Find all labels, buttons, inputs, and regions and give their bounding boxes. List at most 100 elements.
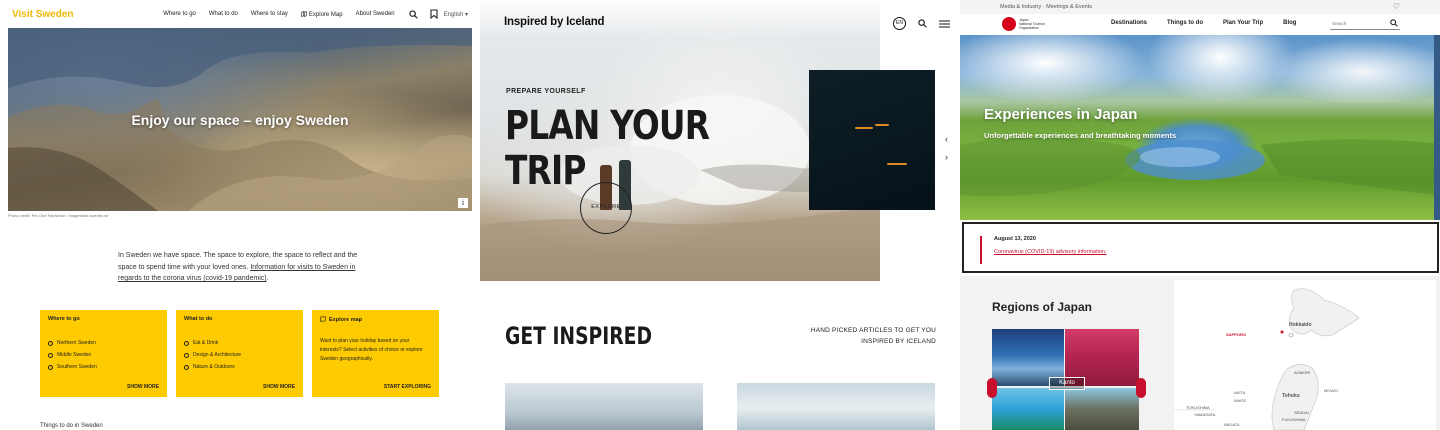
carousel-next-button[interactable] [1136,378,1146,398]
info-icon[interactable]: i [458,198,468,208]
list-item-label: Nature & Outdoors [193,364,235,370]
covid-alert-box: August 13, 2020 Coronavirus (COVID-19) a… [962,222,1439,273]
explore-label: EXPLORE [591,204,621,210]
map-label-sendai: SENDAI [1294,410,1309,415]
list-item-label: Design & Architecture [193,352,242,358]
kayak-shape [887,163,907,165]
card-what-to-do[interactable]: What to do Eat & Drink Design & Architec… [176,310,303,397]
map-label-miyagi: MIYAGI [1324,388,1338,393]
japan-hero-image [960,35,1434,220]
heart-icon[interactable]: ♡ [1393,2,1400,11]
nav-about-sweden[interactable]: About Sweden [356,11,395,17]
chevron-right-icon[interactable]: › [945,148,948,166]
kayak-shape [855,127,873,129]
explore-button[interactable]: EXPLORE [580,182,632,234]
kayak-shape [875,124,889,126]
sweden-header-icons [408,9,438,19]
sweden-logo[interactable]: Visit Sweden [12,9,120,20]
alert-accent-bar [980,236,982,264]
iceland-logo[interactable]: Inspired by Iceland [504,16,605,28]
iceland-header: Inspired by Iceland EN [480,0,960,40]
regions-heading: Regions of Japan [992,300,1093,314]
japan-panel: Media & Industry · Meetings & Events ♡ J… [960,0,1440,430]
nav-explore-map[interactable]: Explore Map [301,10,343,18]
get-inspired-heading: GET INSPIRED [505,322,652,350]
start-exploring-button[interactable]: START EXPLORING [384,384,431,390]
map-label-yamagata: YAMAGATA [1194,412,1216,417]
lake-landscape-illustration [960,137,1434,196]
list-item[interactable]: Southern Sweden [48,364,159,370]
region-image-buddha[interactable] [1065,388,1139,430]
sweden-intro: In Sweden we have space. The space to ex… [118,250,363,285]
card-list: Northern Sweden Middle Sweden Southern S… [48,340,159,370]
card-explore-map[interactable]: Explore map Want to plan your holiday ba… [312,310,439,397]
nav-where-to-go[interactable]: Where to go [163,11,196,17]
top-links[interactable]: Media & Industry · Meetings & Events [1000,4,1092,10]
sweden-header: Visit Sweden Where to go What to do Wher… [0,0,480,28]
arrow-circle-icon [184,340,189,346]
sweden-hero-title: Enjoy our space – enjoy Sweden [131,112,349,128]
map-label-tokushima: TOKUSHIMA [1186,405,1210,410]
card-title-label: Explore map [329,317,363,323]
region-label-kanto[interactable]: Kanto [1049,377,1085,390]
jnto-logo[interactable]: Japan National Tourism Organization [1002,17,1049,31]
arrow-circle-icon [48,340,53,346]
list-item[interactable]: Nature & Outdoors [184,364,295,370]
card-where-to-go[interactable]: Where to go Northern Sweden Middle Swede… [40,310,167,397]
kayak-aerial-image[interactable] [809,70,935,210]
map-label-aomori: AOMORI [1294,370,1311,375]
nav-explore-map-label: Explore Map [308,11,343,18]
nav-plan-your-trip[interactable]: Plan Your Trip [1223,20,1263,26]
nav-things-to-do[interactable]: Things to do [1167,20,1203,26]
list-item-label: Northern Sweden [57,340,96,346]
search-icon[interactable] [408,9,418,19]
jnto-logo-mark-icon [1002,17,1016,31]
intro-end: . [266,275,269,282]
chevron-down-icon: ▾ [464,11,468,18]
article-thumbnail[interactable] [737,383,935,430]
carousel-arrows: ‹ › [945,130,948,166]
chevron-left-icon[interactable]: ‹ [945,130,948,148]
map-label-sapporo: SAPPORO [1226,332,1247,337]
list-item[interactable]: Northern Sweden [48,340,159,346]
logo-text-line-2: National Tourism Organization [1019,22,1046,30]
japan-nav: Destinations Things to do Plan Your Trip… [1111,20,1296,26]
search-icon[interactable] [918,19,927,28]
arrow-circle-icon [184,364,189,370]
search-icon[interactable] [1390,19,1398,27]
map-label-fukushima: FUKUSHIMA [1282,417,1306,422]
language-label: English [443,11,464,18]
map-label-iwate: IWATE [1234,398,1247,403]
nav-what-to-do[interactable]: What to do [209,11,238,17]
list-item[interactable]: Design & Architecture [184,352,295,358]
japan-header: Japan National Tourism Organization Dest… [960,14,1440,35]
bookmark-icon[interactable] [430,9,438,19]
nav-where-to-stay[interactable]: Where to stay [251,11,288,17]
things-to-do-heading: Things to do in Sweden [40,423,103,429]
list-item[interactable]: Eat & Drink [184,340,295,346]
arrow-circle-icon [48,352,53,358]
sweden-nav: Where to go What to do Where to stay Exp… [120,10,395,18]
search-input[interactable]: Search [1330,18,1400,30]
next-slide-preview[interactable] [1434,35,1440,220]
carousel-prev-button[interactable] [987,378,997,398]
list-item[interactable]: Middle Sweden [48,352,159,358]
region-image-beach[interactable] [992,388,1064,430]
japan-hero-subtitle: Unforgettable experiences and breathtaki… [984,131,1177,140]
covid-advisory-link[interactable]: Coronavirus (COVID-19) advisory informat… [994,249,1437,255]
language-globe-icon[interactable]: EN [893,17,906,30]
arrow-circle-icon [184,352,189,358]
article-thumbnail[interactable] [505,383,703,430]
japan-map[interactable]: Hokkaido SAPPORO Tohoku SENDAI FUKUSHIMA… [1174,280,1436,430]
nav-blog[interactable]: Blog [1283,20,1296,26]
show-more-button[interactable]: SHOW MORE [127,384,159,390]
nav-destinations[interactable]: Destinations [1111,20,1147,26]
show-more-button[interactable]: SHOW MORE [263,384,295,390]
search-placeholder: Search [1332,21,1347,26]
language-select[interactable]: English ▾ [444,11,468,18]
card-list: Eat & Drink Design & Architecture Nature… [184,340,295,370]
list-item-label: Southern Sweden [57,364,97,370]
menu-icon[interactable] [939,20,950,28]
sweden-cards: Where to go Northern Sweden Middle Swede… [40,310,439,397]
card-title: What to do [184,316,213,322]
